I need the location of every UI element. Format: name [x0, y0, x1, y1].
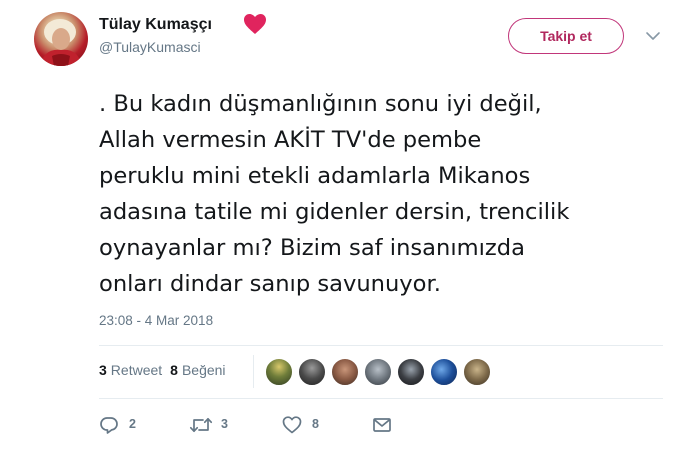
- tweet-actions: 2 3 8: [99, 413, 499, 437]
- tweet-text-line: Allah vermesin AKİT TV'de pembe: [99, 127, 482, 153]
- like-stat-count: 8: [170, 362, 178, 378]
- follow-button[interactable]: Takip et: [508, 18, 624, 54]
- like-count: 8: [312, 417, 319, 431]
- like-stat-label: Beğeni: [181, 362, 226, 378]
- tweet-timestamp[interactable]: 23:08 - 4 Mar 2018: [99, 313, 213, 328]
- like-stat[interactable]: 8 Beğeni: [170, 362, 225, 378]
- heart-icon: [282, 416, 302, 434]
- liker-avatar[interactable]: [330, 357, 360, 387]
- tweet-text-line: oynayanlar mı? Bizim saf insanımızda: [99, 235, 525, 261]
- retweet-button[interactable]: 3: [189, 413, 239, 437]
- retweet-stat-count: 3: [99, 362, 107, 378]
- retweet-icon: [189, 417, 213, 433]
- liker-avatar[interactable]: [396, 357, 426, 387]
- avatar[interactable]: [34, 12, 88, 66]
- liker-avatar[interactable]: [297, 357, 327, 387]
- tweet-card: Tülay Kumaşçı @TulayKumasci Takip et . B…: [0, 0, 683, 450]
- retweet-stat-label: Retweet: [110, 362, 163, 378]
- envelope-icon: [373, 418, 391, 432]
- tweet-text-line: . Bu kadın düşmanlığının sonu iyi değil,: [99, 91, 542, 117]
- tweet-text-line: onları dindar sanıp savunuyor.: [99, 271, 441, 297]
- tweet-text-line: peruklu mini etekli adamlarla Mikanos: [99, 163, 531, 189]
- retweet-count: 3: [221, 417, 228, 431]
- liker-avatar[interactable]: [429, 357, 459, 387]
- retweet-stat[interactable]: 3 Retweet: [99, 362, 162, 378]
- divider: [99, 345, 663, 346]
- tweet-text-line: adasına tatile mi gidenler dersin, trenc…: [99, 199, 570, 225]
- display-name[interactable]: Tülay Kumaşçı: [99, 16, 212, 34]
- direct-message-button[interactable]: [372, 413, 396, 437]
- reply-count: 2: [129, 417, 136, 431]
- divider: [99, 398, 663, 399]
- red-heart-emoji-icon: [244, 14, 266, 34]
- stats-separator: [253, 355, 254, 388]
- tweet-stats: 3 Retweet 8 Beğeni: [99, 362, 226, 378]
- reply-icon: [100, 417, 118, 434]
- chevron-down-icon[interactable]: [645, 30, 661, 42]
- tweet-text: . Bu kadın düşmanlığının sonu iyi değil,…: [99, 86, 659, 302]
- liker-avatar[interactable]: [264, 357, 294, 387]
- reply-button[interactable]: 2: [99, 413, 149, 437]
- like-button[interactable]: 8: [282, 413, 332, 437]
- liker-avatar[interactable]: [363, 357, 393, 387]
- user-handle[interactable]: @TulayKumasci: [99, 39, 201, 55]
- liker-avatar[interactable]: [462, 357, 492, 387]
